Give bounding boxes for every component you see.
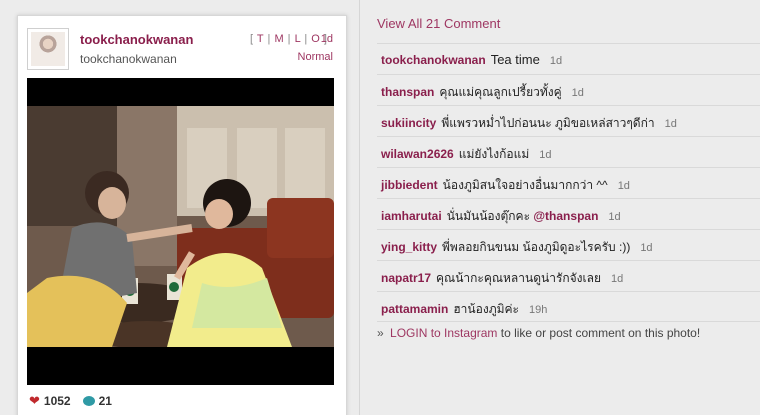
avatar[interactable] <box>27 28 69 70</box>
login-prompt: » LOGIN to Instagram to like or post com… <box>377 326 700 340</box>
size-link-t[interactable]: T <box>257 33 264 45</box>
list-item: jibbiedent น้องภูมิสนใจอย่างอื่นมากกว่า ^… <box>377 167 760 198</box>
post-time-ago: 1d <box>320 33 333 45</box>
comment-time: 1d <box>571 87 584 99</box>
comment-username[interactable]: iamharutai <box>381 209 442 223</box>
list-item: sukiincity พี่แพรวหม่ำไปก่อนนะ ภูมิขอเหล่… <box>377 105 760 136</box>
comment-list: tookchanokwanan Tea time 1d thanspan คุณแม่… <box>377 43 760 322</box>
comment-time: 1d <box>664 118 677 130</box>
list-item: wilawan2626 แม่ยังไงก้อแม่ 1d <box>377 136 760 167</box>
size-link-m[interactable]: M <box>274 33 284 45</box>
login-link[interactable]: LOGIN to Instagram <box>390 326 497 340</box>
list-item: pattamamin ฮาน้องภูมิค่ะ 19h <box>377 291 760 322</box>
comment-text: นั่นมันน้องตุ๊กคะ <box>446 209 531 223</box>
comment-time: 1d <box>608 211 621 223</box>
heart-icon[interactable]: ❤ <box>29 393 40 409</box>
comment-username[interactable]: wilawan2626 <box>381 147 454 161</box>
comment-text: น้องภูมิสนใจอย่างอื่นมากกว่า ^^ <box>442 178 608 192</box>
comment-text: คุณแม่คุณลูกเปรี้ยวทั้งคู่ <box>439 85 562 99</box>
comment-time: 1d <box>617 180 630 192</box>
comment-username[interactable]: ying_kitty <box>381 240 437 254</box>
comment-count: 21 <box>98 394 112 408</box>
comment-username[interactable]: pattamamin <box>381 302 448 316</box>
post-filter: Normal <box>297 51 333 63</box>
comment-mention[interactable]: @thanspan <box>533 209 598 223</box>
like-count: 1052 <box>43 394 71 408</box>
size-links: [ T | M | L | O ] <box>250 33 328 45</box>
post-username[interactable]: tookchanokwanan <box>80 32 193 47</box>
comment-text: พี่แพรวหม่ำไปก่อนนะ ภูมิขอเหล่สาวๆดีก่า <box>441 116 655 130</box>
comment-bubble-icon[interactable] <box>82 396 95 406</box>
post-fullname: tookchanokwanan <box>80 52 177 66</box>
list-item: tookchanokwanan Tea time 1d <box>377 43 760 74</box>
list-item: ying_kitty พี่พลอยกินขนม น้องภูมิดูอะไรคร… <box>377 229 760 260</box>
comment-time: 19h <box>528 304 548 316</box>
comment-time: 1d <box>539 149 552 161</box>
comment-username[interactable]: thanspan <box>381 85 434 99</box>
photo-illustration <box>27 78 334 385</box>
login-suffix: to like or post comment on this photo! <box>500 326 701 340</box>
comment-text: พี่พลอยกินขนม น้องภูมิดูอะไรครับ :)) <box>442 240 631 254</box>
comment-text: แม่ยังไงก้อแม่ <box>458 147 530 161</box>
size-bracket-open: [ <box>250 33 254 45</box>
comment-time: 1d <box>640 242 653 254</box>
comment-username[interactable]: sukiincity <box>381 116 436 130</box>
list-item: iamharutai นั่นมันน้องตุ๊กคะ @thanspan 1d <box>377 198 760 229</box>
comment-time: 1d <box>611 273 624 285</box>
comment-text: ฮาน้องภูมิค่ะ <box>453 302 519 316</box>
list-item: napatr17 คุณน้ากะคุณหลานดูน่ารักจังเลย 1d <box>377 260 760 291</box>
view-all-comments-link[interactable]: View All 21 Comment <box>377 16 500 31</box>
comment-time: 1d <box>549 55 563 67</box>
login-prefix: » <box>377 326 384 340</box>
post-card: tookchanokwanan tookchanokwanan [ T | M … <box>17 15 347 415</box>
avatar-image <box>31 32 65 66</box>
size-link-o[interactable]: O <box>311 33 320 45</box>
column-divider <box>359 0 360 415</box>
comment-text: Tea time <box>490 52 540 67</box>
list-item: thanspan คุณแม่คุณลูกเปรี้ยวทั้งคู่ 1d <box>377 74 760 105</box>
post-stats: ❤ 1052 21 <box>29 393 112 409</box>
comment-text: คุณน้ากะคุณหลานดูน่ารักจังเลย <box>436 271 602 285</box>
comment-username[interactable]: napatr17 <box>381 271 431 285</box>
comment-username[interactable]: tookchanokwanan <box>381 53 486 67</box>
comment-username[interactable]: jibbiedent <box>381 178 438 192</box>
size-link-l[interactable]: L <box>295 33 301 45</box>
post-photo[interactable] <box>27 78 334 385</box>
